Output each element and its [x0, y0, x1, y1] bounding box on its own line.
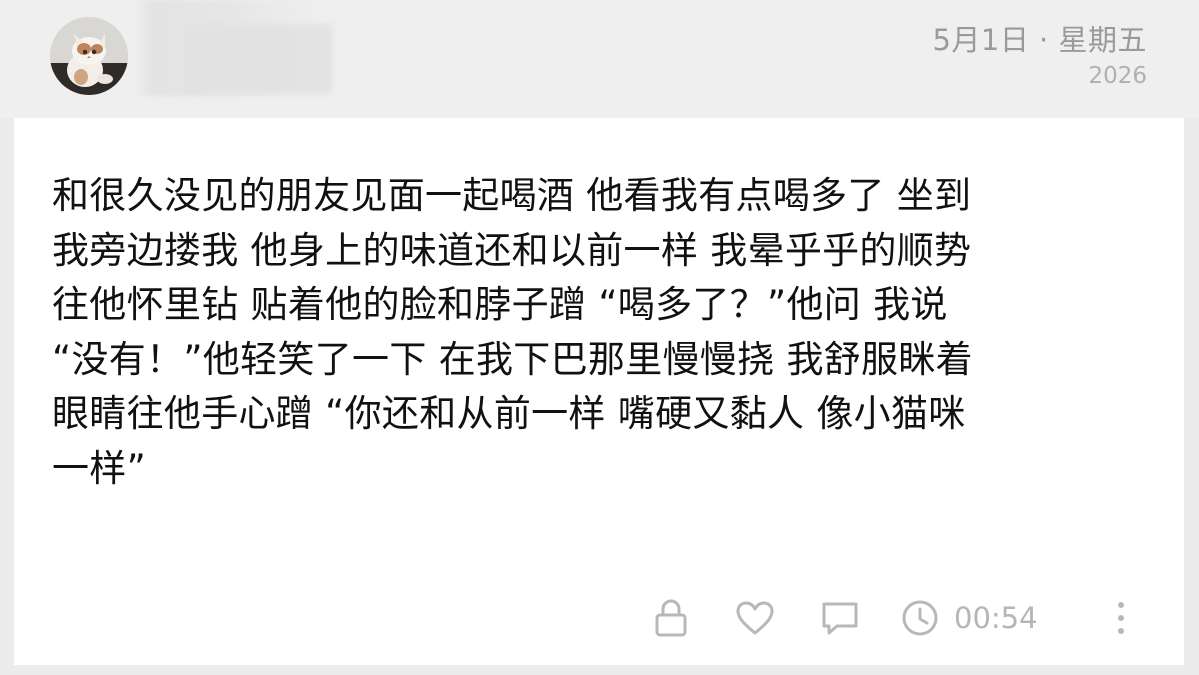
post-line: 一样”	[52, 446, 147, 490]
post-date: 5月1日 · 星期五	[932, 23, 1147, 57]
post-line: 我旁边搂我 他身上的味道还和以前一样 我晕乎乎的顺势	[52, 228, 972, 272]
more-icon	[1118, 602, 1124, 634]
privacy-lock-button[interactable]	[650, 593, 692, 643]
post-actions: 00:54	[14, 593, 1184, 643]
post-line: 往他怀里钻 贴着他的脸和脖子蹭 “喝多了？”他问 我说	[52, 283, 948, 327]
comment-icon	[822, 602, 858, 635]
post-line: 眼睛往他手心蹭 “你还和从前一样 嘴硬又黏人 像小猫咪	[52, 392, 966, 436]
post-line: “没有！”他轻笑了一下 在我下巴那里慢慢挠 我舒服眯着	[52, 337, 973, 381]
clock-icon	[902, 600, 938, 636]
lock-icon	[655, 599, 687, 637]
post-body: 和很久没见的朋友见面一起喝酒 他看我有点喝多了 坐到 我旁边搂我 他身上的味道还…	[52, 169, 1162, 497]
more-button[interactable]	[1107, 593, 1135, 643]
timer-text: 00:54	[954, 601, 1038, 635]
post-header: 5月1日 · 星期五 2026	[0, 0, 1199, 118]
post-line: 和很久没见的朋友见面一起喝酒 他看我有点喝多了 坐到	[52, 174, 972, 217]
diary-screen: 5月1日 · 星期五 2026 和很久没见的朋友见面一起喝酒 他看我有点喝多了 …	[0, 0, 1199, 675]
cat-avatar-icon	[50, 17, 128, 95]
heart-icon	[736, 601, 774, 635]
post-card: 和很久没见的朋友见面一起喝酒 他看我有点喝多了 坐到 我旁边搂我 他身上的味道还…	[14, 118, 1184, 665]
avatar[interactable]	[50, 17, 128, 95]
comment-button[interactable]	[817, 593, 863, 643]
blurred-username-shadow	[182, 24, 332, 94]
timer-button[interactable]: 00:54	[900, 593, 1050, 643]
post-year: 2026	[1088, 63, 1147, 89]
like-button[interactable]	[732, 593, 778, 643]
